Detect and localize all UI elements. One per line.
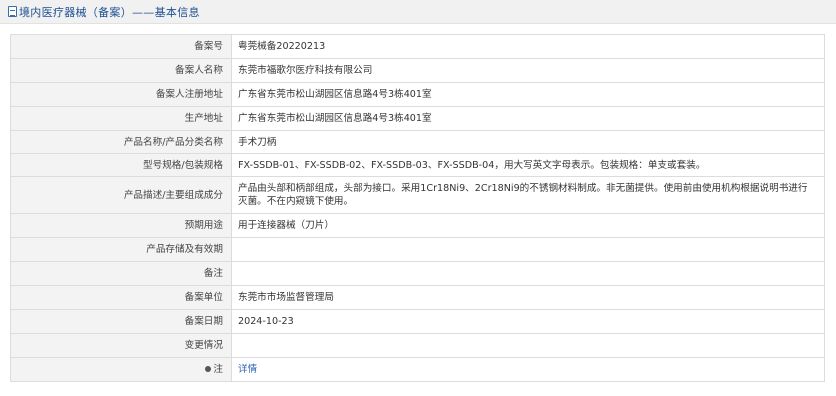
document-icon: [8, 6, 17, 17]
row-value-model-spec: FX-SSDB-01、FX-SSDB-02、FX-SSDB-03、FX-SSDB…: [231, 153, 825, 177]
table-row: 预期用途 用于连接器械（刀片）: [10, 213, 825, 238]
row-label-product-name: 产品名称/产品分类名称: [10, 130, 232, 154]
row-value-registrant-name: 东莞市福歌尔医疗科技有限公司: [231, 58, 825, 83]
bullet-icon: [205, 366, 212, 372]
row-label-filing-date: 备案日期: [10, 309, 232, 334]
row-value-registrant-address: 广东省东莞市松山湖园区信息路4号3栋401室: [231, 82, 825, 107]
row-label-remarks: 备注: [10, 261, 232, 286]
row-value-intended-use: 用于连接器械（刀片）: [231, 213, 825, 238]
table-row: 备注: [10, 261, 825, 286]
row-label-record-number: 备案号: [10, 34, 232, 59]
note-label-text: 注: [213, 364, 223, 375]
row-value-product-name: 手术刀柄: [231, 130, 825, 154]
table-row: 产品存储及有效期: [10, 237, 825, 262]
table-row: 备案号 粤莞械备20220213: [10, 34, 825, 59]
table-row: 备案人注册地址 广东省东莞市松山湖园区信息路4号3栋401室: [10, 82, 825, 107]
row-value-production-address: 广东省东莞市松山湖园区信息路4号3栋401室: [231, 106, 825, 131]
row-value-change-status: [231, 333, 825, 358]
row-label-filing-unit: 备案单位: [10, 285, 232, 310]
row-label-registrant-name: 备案人名称: [10, 58, 232, 83]
row-value-filing-date: 2024-10-23: [231, 309, 825, 334]
details-link[interactable]: 详情: [238, 364, 257, 375]
row-value-product-description: 产品由头部和柄部组成，头部为接口。采用1Cr18Ni9、2Cr18Ni9的不锈钢…: [231, 176, 825, 214]
row-label-note: 注: [10, 357, 232, 382]
table-row: 生产地址 广东省东莞市松山湖园区信息路4号3栋401室: [10, 106, 825, 131]
row-label-registrant-address: 备案人注册地址: [10, 82, 232, 107]
row-value-record-number: 粤莞械备20220213: [231, 34, 825, 59]
table-row: 备案人名称 东莞市福歌尔医疗科技有限公司: [10, 58, 825, 83]
row-label-production-address: 生产地址: [10, 106, 232, 131]
row-label-change-status: 变更情况: [10, 333, 232, 358]
table-row: 注 详情: [10, 357, 825, 382]
page-title: 境内医疗器械（备案）——基本信息: [19, 5, 200, 19]
row-label-intended-use: 预期用途: [10, 213, 232, 238]
row-value-storage-validity: [231, 237, 825, 262]
page-header: 境内医疗器械（备案）——基本信息: [0, 0, 836, 24]
row-value-remarks: [231, 261, 825, 286]
row-label-storage-validity: 产品存储及有效期: [10, 237, 232, 262]
table-row: 型号规格/包装规格 FX-SSDB-01、FX-SSDB-02、FX-SSDB-…: [10, 153, 825, 177]
table-row: 变更情况: [10, 333, 825, 358]
row-label-model-spec: 型号规格/包装规格: [10, 153, 232, 177]
table-row: 产品名称/产品分类名称 手术刀柄: [10, 130, 825, 154]
row-value-filing-unit: 东莞市市场监督管理局: [231, 285, 825, 310]
table-row: 备案日期 2024-10-23: [10, 309, 825, 334]
row-value-note: 详情: [231, 357, 825, 382]
table-row: 备案单位 东莞市市场监督管理局: [10, 285, 825, 310]
info-table: 备案号 粤莞械备20220213 备案人名称 东莞市福歌尔医疗科技有限公司 备案…: [10, 34, 825, 382]
table-row: 产品描述/主要组成成分 产品由头部和柄部组成，头部为接口。采用1Cr18Ni9、…: [10, 176, 825, 214]
row-label-product-description: 产品描述/主要组成成分: [10, 176, 232, 214]
